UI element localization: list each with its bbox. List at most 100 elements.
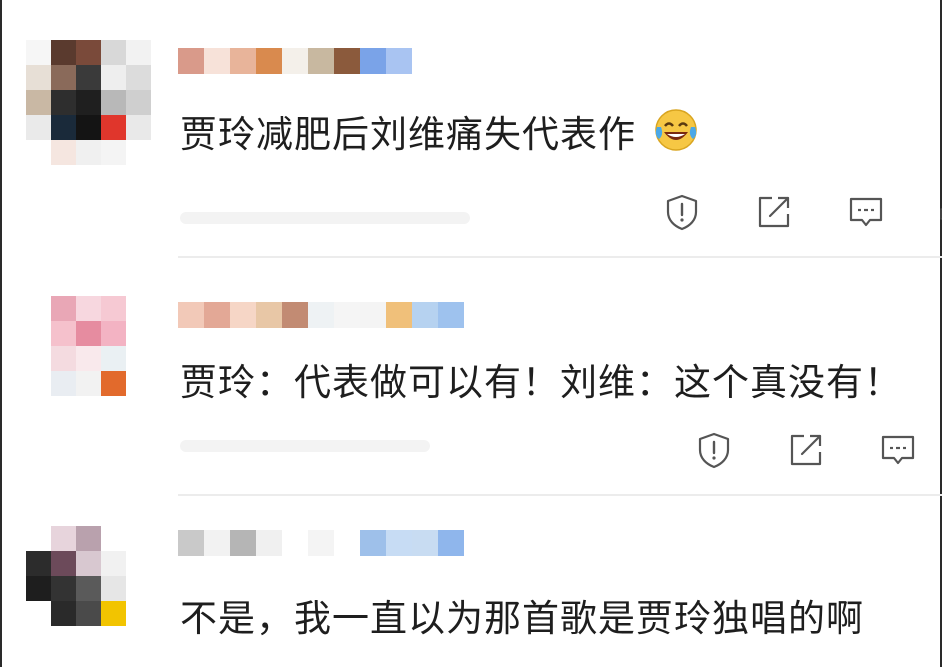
avatar-pixel	[101, 551, 126, 576]
avatar-pixel	[126, 626, 151, 651]
avatar-pixel	[26, 90, 51, 115]
avatar-pixel	[76, 526, 101, 551]
username-pixel	[334, 48, 360, 74]
avatar-pixel	[26, 526, 51, 551]
username-pixel	[360, 530, 386, 556]
avatar-pixel	[26, 551, 51, 576]
username-pixel	[204, 302, 230, 328]
avatar-pixel	[126, 65, 151, 90]
username-pixel	[438, 302, 464, 328]
username-pixel	[282, 530, 308, 556]
avatar-pixel	[76, 65, 101, 90]
avatar-pixel	[51, 576, 76, 601]
avatar-pixel	[76, 626, 101, 651]
avatar-pixel	[76, 551, 101, 576]
username-pixel	[360, 302, 386, 328]
username[interactable]	[178, 530, 464, 556]
username-pixel	[204, 48, 230, 74]
avatar-pixel	[26, 346, 51, 371]
avatar-pixel	[76, 371, 101, 396]
avatar-pixel	[101, 65, 126, 90]
laughing-with-tears-icon	[653, 107, 699, 153]
comment-text-content: 贾玲减肥后刘维痛失代表作	[180, 113, 636, 156]
username-pixel	[334, 302, 360, 328]
comment-text-content: 贾玲：代表做可以有！刘维：这个真没有！	[180, 361, 902, 404]
avatar-pixel	[101, 296, 126, 321]
avatar-pixel	[126, 601, 151, 626]
avatar-pixel	[126, 321, 151, 346]
username-pixel	[282, 48, 308, 74]
avatar-pixel	[51, 40, 76, 65]
avatar-pixel	[26, 115, 51, 140]
comment-divider	[178, 494, 942, 496]
comment-actions	[662, 190, 942, 234]
username-pixel	[256, 530, 282, 556]
avatar-pixel	[76, 321, 101, 346]
avatar-pixel	[76, 90, 101, 115]
like-button-partial[interactable]	[938, 190, 942, 234]
username[interactable]	[178, 302, 464, 328]
avatar-pixel	[76, 296, 101, 321]
avatar-pixel	[26, 296, 51, 321]
username-pixel	[386, 530, 412, 556]
avatar-pixel	[26, 65, 51, 90]
share-external-icon	[790, 434, 822, 466]
username-pixel	[308, 530, 334, 556]
comment-text: 不是，我一直以为那首歌是贾玲独唱的啊	[180, 588, 864, 642]
avatar-pixel	[126, 346, 151, 371]
username-pixel	[386, 48, 412, 74]
avatar-pixel	[51, 296, 76, 321]
avatar-pixel	[76, 601, 101, 626]
avatar-pixel	[126, 551, 151, 576]
avatar-pixel	[51, 551, 76, 576]
comment-text: 贾玲减肥后刘维痛失代表作	[180, 104, 699, 158]
avatar-pixel	[126, 140, 151, 165]
shield-exclamation-icon	[666, 194, 698, 231]
username-pixel	[360, 48, 386, 74]
avatar-pixel	[126, 396, 151, 421]
avatar-pixel	[126, 296, 151, 321]
avatar-pixel	[76, 140, 101, 165]
avatar-pixel	[126, 40, 151, 65]
username-pixel	[412, 530, 438, 556]
avatar[interactable]	[26, 40, 151, 165]
username-pixel	[256, 48, 282, 74]
username-pixel	[178, 48, 204, 74]
avatar-pixel	[101, 40, 126, 65]
avatar-pixel	[26, 576, 51, 601]
report-button[interactable]	[694, 428, 786, 472]
avatar-pixel	[76, 576, 101, 601]
username-pixel	[178, 530, 204, 556]
avatar-pixel	[126, 90, 151, 115]
avatar[interactable]	[26, 526, 151, 651]
username-pixel	[204, 530, 230, 556]
avatar-pixel	[101, 601, 126, 626]
avatar-pixel	[101, 321, 126, 346]
avatar-pixel	[101, 346, 126, 371]
comment-meta	[180, 212, 470, 224]
avatar-pixel	[101, 626, 126, 651]
avatar-pixel	[126, 115, 151, 140]
username-pixel	[230, 48, 256, 74]
avatar-pixel	[101, 140, 126, 165]
avatar-pixel	[76, 115, 101, 140]
avatar-pixel	[126, 576, 151, 601]
avatar-pixel	[51, 346, 76, 371]
share-button[interactable]	[786, 428, 878, 472]
avatar-pixel	[76, 40, 101, 65]
username-pixel	[386, 302, 412, 328]
comment-text-content: 不是，我一直以为那首歌是贾玲独唱的啊	[180, 597, 864, 640]
share-button[interactable]	[754, 190, 846, 234]
username-pixel	[438, 530, 464, 556]
username[interactable]	[178, 48, 412, 74]
avatar-pixel	[51, 396, 76, 421]
comment-bubble-icon	[849, 197, 883, 227]
avatar-pixel	[126, 371, 151, 396]
avatar-pixel	[101, 396, 126, 421]
avatar-pixel	[51, 140, 76, 165]
reply-button[interactable]	[846, 190, 938, 234]
avatar[interactable]	[26, 296, 151, 421]
report-button[interactable]	[662, 190, 754, 234]
reply-button[interactable]	[878, 428, 938, 472]
avatar-pixel	[101, 526, 126, 551]
